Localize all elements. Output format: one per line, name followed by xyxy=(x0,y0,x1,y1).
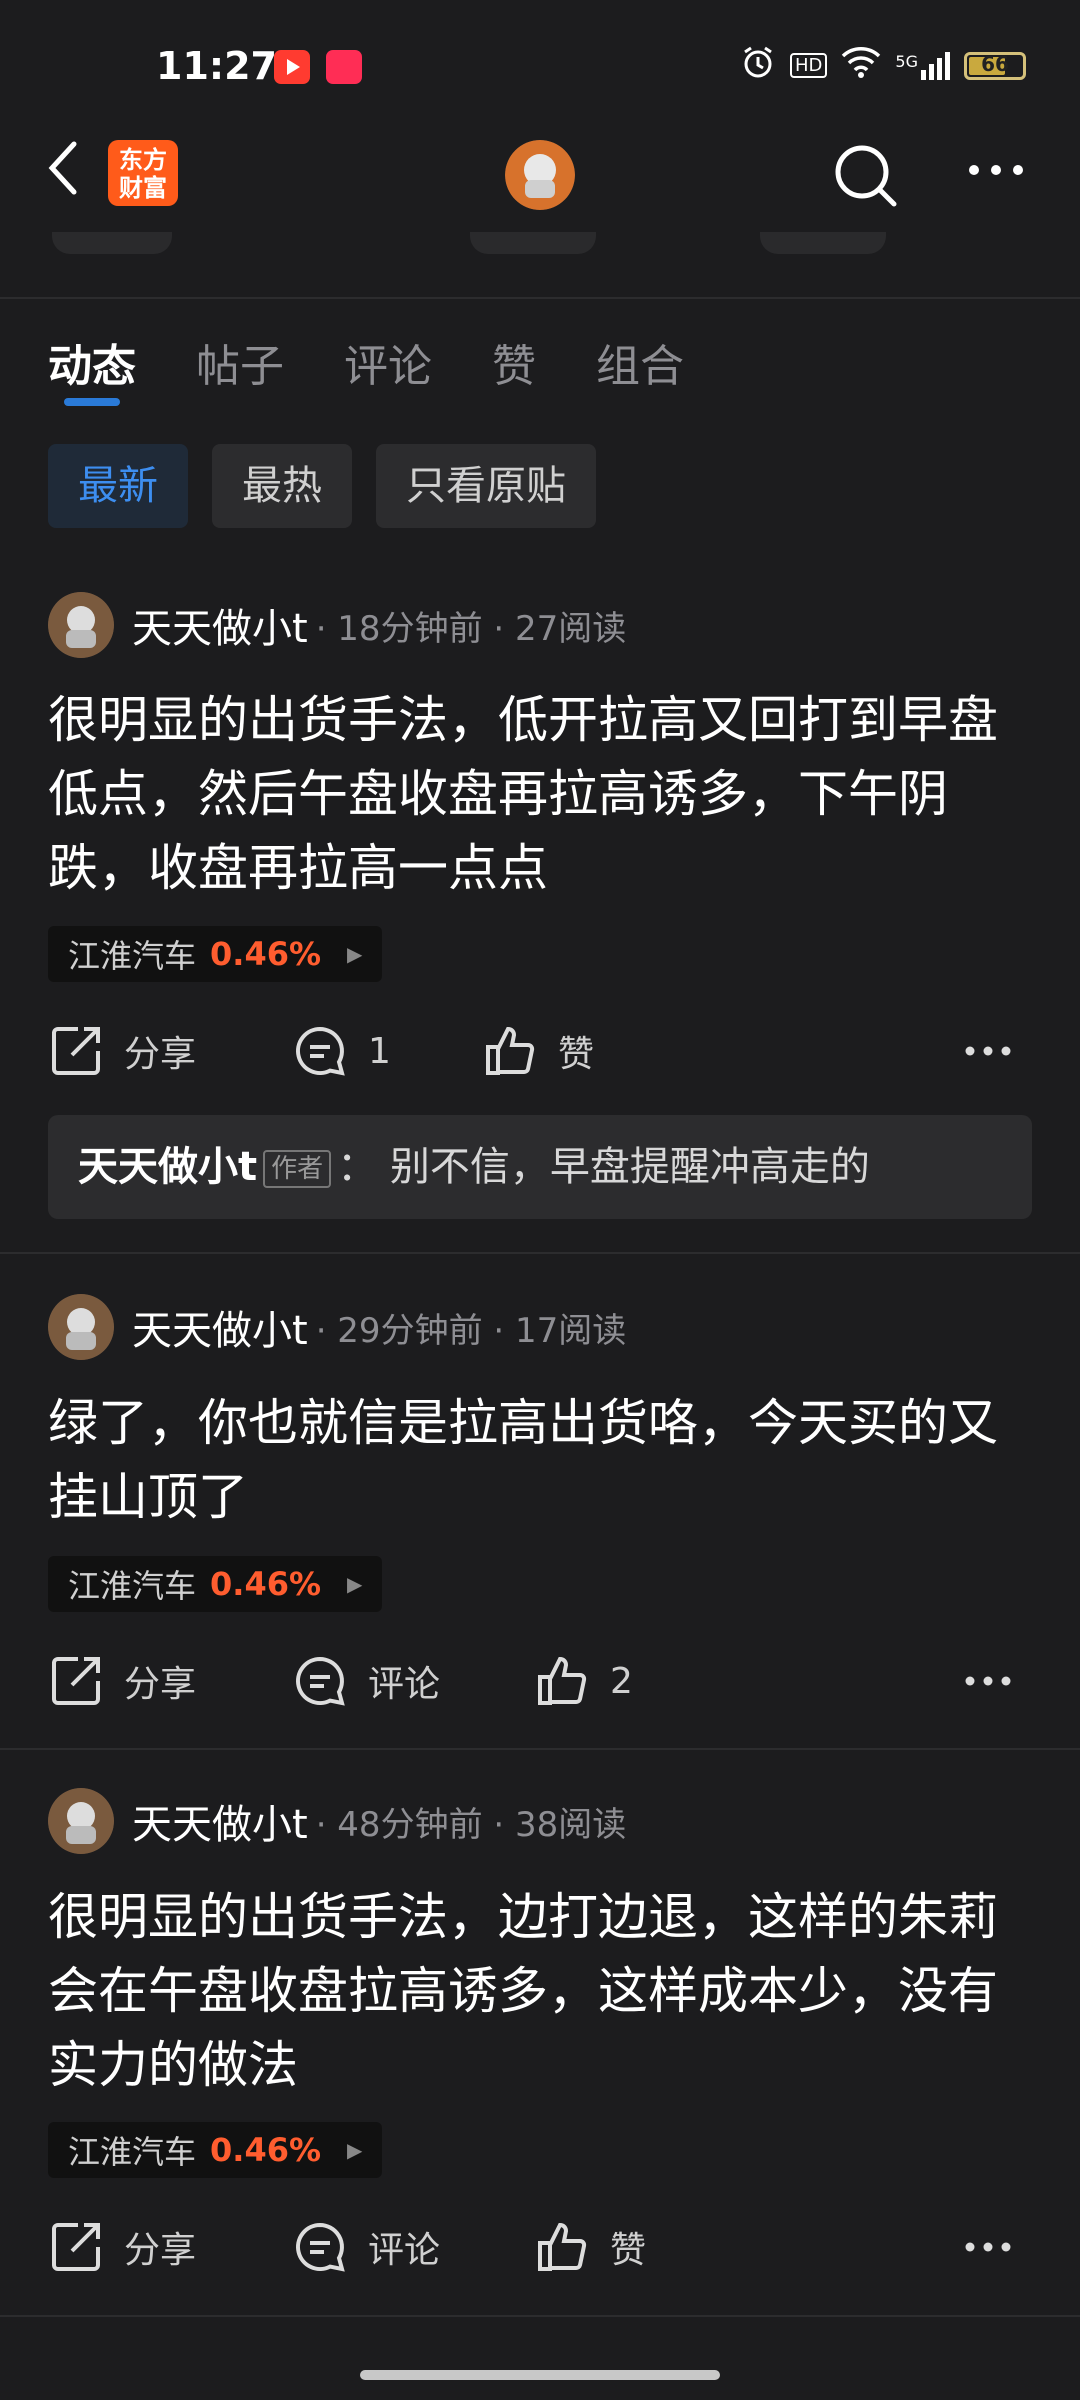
header-stat-pill xyxy=(52,232,172,254)
comment-button[interactable]: 评论 xyxy=(292,1648,440,1714)
home-indicator[interactable] xyxy=(360,2370,720,2380)
post-author-row: 天天做小t · 18分钟前 · 27阅读 xyxy=(48,592,626,658)
share-button[interactable]: 分享 xyxy=(48,1648,196,1714)
comment-icon xyxy=(296,2222,345,2272)
header-stat-pill xyxy=(760,232,886,254)
post-body[interactable]: 很明显的出货手法，低开拉高又回打到早盘低点，然后午盘收盘再拉高诱多，下午阴跌，收… xyxy=(48,683,1038,905)
video-app-icon xyxy=(274,50,310,84)
more-icon xyxy=(965,1676,1011,1686)
header-stat-pill xyxy=(470,232,596,254)
post-actions: 分享 评论 赞 xyxy=(48,2214,1032,2280)
filter-bar: 最新 最热 只看原贴 xyxy=(48,444,596,528)
tab-likes[interactable]: 赞 xyxy=(492,330,536,394)
author-tag: 作者 xyxy=(263,1150,332,1188)
divider xyxy=(0,1748,1080,1750)
like-button[interactable]: 赞 xyxy=(534,2214,646,2280)
post-author-row: 天天做小t · 29分钟前 · 17阅读 xyxy=(48,1294,626,1360)
author-reply[interactable]: 天天做小t 作者： 别不信，早盘提醒冲高走的 xyxy=(48,1115,1032,1219)
divider xyxy=(0,1252,1080,1254)
author-name[interactable]: 天天做小t xyxy=(132,1298,308,1356)
thumbs-up-icon xyxy=(486,1026,535,1075)
signal-icon: 5G xyxy=(895,51,950,80)
play-arrow-icon: ▶ xyxy=(347,942,363,966)
post-author-row: 天天做小t · 48分钟前 · 38阅读 xyxy=(48,1788,626,1854)
share-icon xyxy=(52,1027,100,1075)
share-icon xyxy=(52,2223,100,2271)
post-meta: · 48分钟前 · 38阅读 xyxy=(315,1804,627,1845)
status-bar: 11:27 HD 5G 66 xyxy=(0,0,1080,130)
app-logo: 东方 财富 xyxy=(108,140,178,206)
comment-icon xyxy=(296,1656,345,1706)
post-meta: · 29分钟前 · 17阅读 xyxy=(315,1310,627,1351)
play-arrow-icon: ▶ xyxy=(347,2138,363,2162)
status-icons: HD 5G 66 xyxy=(740,44,1026,87)
more-options-button[interactable] xyxy=(966,160,1026,184)
stock-chip[interactable]: 江淮汽车 0.46% ▶ xyxy=(48,1556,383,1612)
comment-icon xyxy=(296,1026,345,1076)
avatar[interactable] xyxy=(48,592,114,658)
reply-author: 天天做小t xyxy=(78,1144,258,1190)
post-more-button[interactable] xyxy=(964,1018,1032,1084)
post-more-button[interactable] xyxy=(964,1648,1032,1714)
stock-change: 0.46% xyxy=(210,1565,322,1603)
avatar[interactable] xyxy=(48,1788,114,1854)
wifi-icon xyxy=(841,46,881,85)
like-button[interactable]: 2 xyxy=(534,1648,633,1714)
profile-tabs: 动态 帖子 评论 赞 组合 xyxy=(48,330,684,394)
share-button[interactable]: 分享 xyxy=(48,2214,196,2280)
hd-badge: HD xyxy=(790,53,828,78)
stock-name: 江淮汽车 xyxy=(68,1567,197,1605)
reply-text: ： 别不信，早盘提醒冲高走的 xyxy=(337,1144,870,1190)
stock-chip[interactable]: 江淮汽车 0.46% ▶ xyxy=(48,2122,383,2178)
thumbs-up-icon xyxy=(538,2222,587,2271)
tab-posts[interactable]: 帖子 xyxy=(196,330,284,394)
tab-portfolio[interactable]: 组合 xyxy=(596,330,684,394)
filter-original-only[interactable]: 只看原贴 xyxy=(376,444,596,528)
like-button[interactable]: 赞 xyxy=(482,1018,594,1084)
post-body[interactable]: 很明显的出货手法，边打边退，这样的朱莉会在午盘收盘拉高诱多，这样成本少，没有实力… xyxy=(48,1880,1038,2102)
comment-button[interactable]: 评论 xyxy=(292,2214,440,2280)
post-actions: 分享 评论 2 xyxy=(48,1648,1032,1714)
thumbs-up-icon xyxy=(538,1656,587,1705)
comment-button[interactable]: 1 xyxy=(292,1018,391,1084)
post-body[interactable]: 绿了，你也就信是拉高出货咯，今天买的又挂山顶了 xyxy=(48,1386,1038,1534)
filter-latest[interactable]: 最新 xyxy=(48,444,188,528)
divider xyxy=(0,297,1080,299)
clock: 11:27 xyxy=(156,44,277,88)
stock-name: 江淮汽车 xyxy=(68,937,197,975)
filter-hottest[interactable]: 最热 xyxy=(212,444,352,528)
divider xyxy=(0,2315,1080,2317)
search-button[interactable] xyxy=(830,140,900,214)
tab-dynamics[interactable]: 动态 xyxy=(48,330,136,394)
battery-icon: 66 xyxy=(964,51,1026,80)
stock-name: 江淮汽车 xyxy=(68,2133,197,2171)
share-button[interactable]: 分享 xyxy=(48,1018,196,1084)
back-button[interactable] xyxy=(44,138,84,202)
active-tab-indicator xyxy=(64,398,120,406)
stock-chip[interactable]: 江淮汽车 0.46% ▶ xyxy=(48,926,383,982)
tab-comments[interactable]: 评论 xyxy=(344,330,432,394)
post-meta: · 18分钟前 · 27阅读 xyxy=(315,608,627,649)
post-actions: 分享 1 赞 xyxy=(48,1018,1032,1084)
more-icon xyxy=(965,1046,1011,1056)
author-name[interactable]: 天天做小t xyxy=(132,1792,308,1850)
post-more-button[interactable] xyxy=(964,2214,1032,2280)
play-arrow-icon: ▶ xyxy=(347,1572,363,1596)
avatar[interactable] xyxy=(48,1294,114,1360)
shopping-app-icon xyxy=(326,50,362,84)
stock-change: 0.46% xyxy=(210,935,322,973)
stock-change: 0.46% xyxy=(210,2131,322,2169)
profile-avatar[interactable] xyxy=(505,140,575,210)
alarm-icon xyxy=(740,44,776,87)
more-icon xyxy=(965,2242,1011,2252)
author-name[interactable]: 天天做小t xyxy=(132,596,308,654)
share-icon xyxy=(52,1657,100,1705)
